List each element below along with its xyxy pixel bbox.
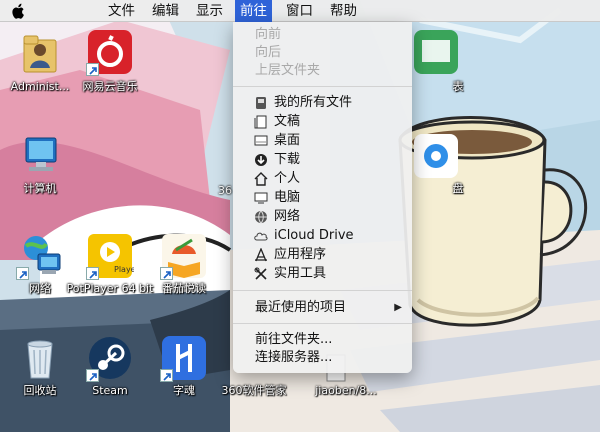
svg-text:Player: Player — [114, 265, 134, 274]
network-icon — [16, 232, 64, 280]
menu-bar: 文件 编辑 显示 前往 窗口 帮助 — [0, 0, 600, 22]
menu-item-enclosing-folder: 上层文件夹 — [255, 63, 321, 78]
menu-item-utilities[interactable]: 实用工具 — [233, 265, 412, 283]
menu-separator — [233, 290, 412, 291]
download-icon — [254, 153, 268, 167]
shortcut-arrow-icon — [86, 63, 99, 76]
menu-separator — [233, 86, 412, 87]
computer-icon — [16, 132, 64, 180]
shortcut-arrow-icon — [86, 369, 99, 382]
desktop-icon-label-partial: 36 — [218, 184, 232, 197]
menu-item-downloads[interactable]: 下载 — [233, 151, 412, 169]
desktop-icon — [254, 134, 268, 148]
shortcut-arrow-icon — [86, 267, 99, 280]
recycle-bin-icon — [16, 334, 64, 382]
zihun-icon — [160, 334, 208, 382]
menu-item-connect-server[interactable]: 连接服务器... — [233, 349, 412, 367]
shortcut-arrow-icon — [160, 369, 173, 382]
desktop-icon-reader[interactable]: 番茄悦读 — [144, 232, 224, 302]
desktop-icon-label: jiaoben/8... — [315, 384, 377, 397]
menu-item-desktop[interactable]: 桌面 — [233, 132, 412, 150]
menu-separator — [233, 323, 412, 324]
user-folder-icon — [16, 28, 64, 76]
menu-item-applications[interactable]: 应用程序 — [233, 246, 412, 264]
go-menu-dropdown: 向前 向后 上层文件夹 我的所有文件 文稿 桌面 下载 个人 电脑 网络 iCl… — [233, 22, 412, 373]
shortcut-arrow-icon — [160, 267, 173, 280]
all-files-icon — [254, 96, 268, 110]
app-icon — [412, 28, 460, 76]
home-icon — [254, 172, 268, 186]
menu-item-icloud-drive[interactable]: iCloud Drive — [233, 227, 412, 245]
menu-item-back: 向后 — [255, 45, 282, 60]
network-icon — [254, 210, 268, 224]
menu-go[interactable]: 前往 — [235, 0, 272, 22]
desktop-icon-netease-music[interactable]: 网易云音乐 — [70, 28, 150, 98]
steam-icon — [86, 334, 134, 382]
menu-item-computer[interactable]: 电脑 — [233, 189, 412, 207]
cloud-icon — [254, 229, 268, 243]
desktop-icon-label: 网易云音乐 — [82, 80, 138, 93]
desktop-icon-label: 表 — [452, 80, 464, 93]
shortcut-arrow-icon — [16, 267, 29, 280]
menu-item-forward: 向前 — [255, 27, 282, 42]
netease-music-icon — [86, 28, 134, 76]
menu-item-go-to-folder[interactable]: 前往文件夹... — [233, 331, 412, 349]
desktop-icon-potplayer[interactable]: Player PotPlayer 64 bit — [67, 232, 153, 312]
menu-view[interactable]: 显示 — [191, 0, 228, 22]
submenu-arrow-icon: ▶ — [394, 302, 402, 313]
desktop-icon-label: 计算机 — [23, 182, 57, 195]
menu-item-home[interactable]: 个人 — [233, 170, 412, 188]
documents-icon — [254, 115, 268, 129]
reader-icon — [160, 232, 208, 280]
menu-item-recent-items[interactable]: 最近使用的项目 ▶ — [233, 299, 412, 317]
menu-edit[interactable]: 编辑 — [147, 0, 184, 22]
utilities-icon — [254, 267, 268, 281]
menu-window[interactable]: 窗口 — [281, 0, 318, 22]
menu-item-all-my-files[interactable]: 我的所有文件 — [233, 94, 412, 112]
desktop-icon-label: 番茄悦读 — [162, 282, 206, 295]
desktop-icon-label: 盘 — [452, 182, 464, 195]
desktop-icon-computer[interactable]: 计算机 — [0, 132, 80, 202]
cloud-disk-icon — [412, 132, 460, 180]
applications-icon — [254, 247, 268, 262]
menu-item-documents[interactable]: 文稿 — [233, 113, 412, 131]
computer-icon — [254, 191, 268, 205]
potplayer-icon: Player — [86, 232, 140, 280]
menu-item-network[interactable]: 网络 — [233, 208, 412, 226]
menu-file[interactable]: 文件 — [103, 0, 140, 22]
menu-help[interactable]: 帮助 — [325, 0, 362, 22]
apple-logo-icon[interactable] — [11, 3, 25, 19]
